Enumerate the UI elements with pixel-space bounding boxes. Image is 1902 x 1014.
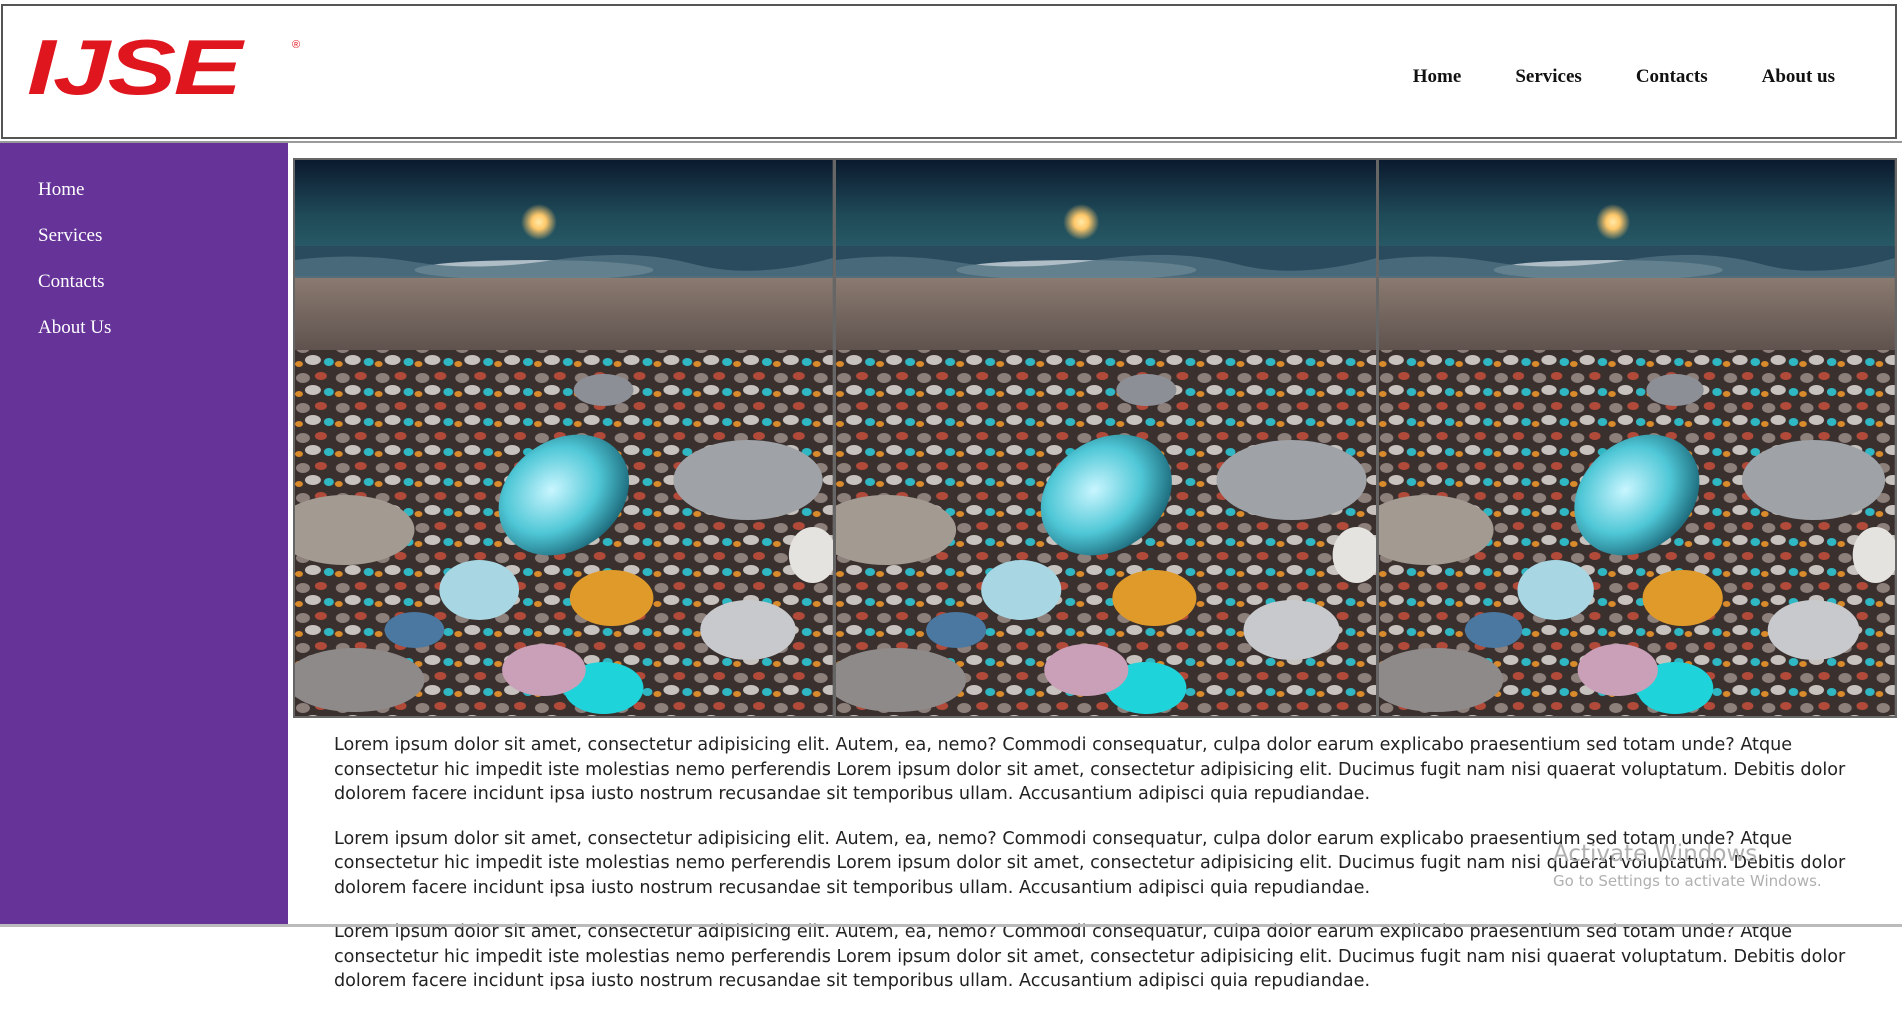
registered-mark: ® [292,39,301,51]
activate-windows-watermark: Activate Windows Go to Settings to activ… [1553,840,1822,892]
sidebar-item-contacts[interactable]: Contacts [38,271,288,317]
sidebar-item-about-us[interactable]: About Us [38,317,288,363]
content-paragraph-3: Lorem ipsum dolor sit amet, consectetur … [334,922,1846,991]
gallery-image-2 [832,160,1377,716]
sidebar-item-home[interactable]: Home [38,179,288,225]
watermark-subtitle: Go to Settings to activate Windows. [1553,872,1822,890]
top-nav-home[interactable]: Home [1413,66,1462,88]
watermark-title: Activate Windows [1553,841,1758,867]
pebble-beach-picture [1379,160,1895,716]
top-nav: Home Services Contacts About us [1359,66,1835,88]
gallery-image-3 [1376,160,1895,716]
gallery-image-1 [295,160,833,716]
site-header: IJSE ® Home Services Contacts About us [1,4,1897,139]
top-nav-services[interactable]: Services [1515,66,1581,88]
top-nav-contacts[interactable]: Contacts [1636,66,1708,88]
pebble-beach-picture [835,160,1377,716]
image-gallery [293,158,1897,718]
top-nav-about-us[interactable]: About us [1762,66,1835,88]
pebble-beach-picture [295,160,833,716]
logo-text: IJSE [27,23,242,111]
sidebar-menu: Home Services Contacts About Us [0,143,288,363]
sidebar: Home Services Contacts About Us [0,143,288,927]
content-paragraph-1: Lorem ipsum dolor sit amet, consectetur … [334,735,1846,804]
ijse-logo[interactable]: IJSE ® [27,28,300,106]
sidebar-item-services[interactable]: Services [38,225,288,271]
